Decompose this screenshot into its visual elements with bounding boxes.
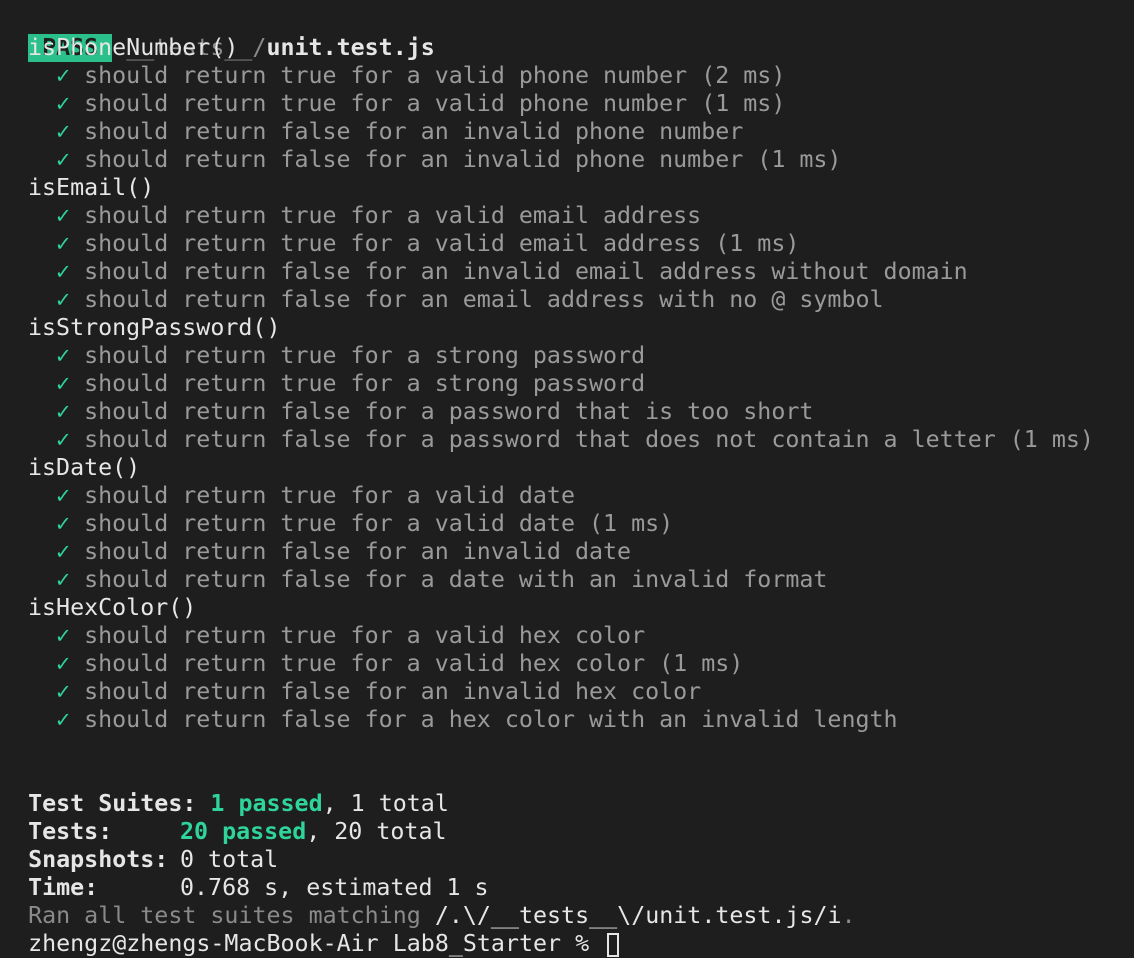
check-icon: ✓ bbox=[56, 678, 71, 705]
test-row: ✓ should return false for an email addre… bbox=[56, 286, 884, 314]
summary-tests: Tests: 20 passed, 20 total bbox=[0, 790, 446, 845]
check-icon: ✓ bbox=[56, 286, 71, 313]
test-name: should return false for a date with an i… bbox=[84, 566, 828, 593]
shell-prompt-line[interactable]: zhengz@zhengs-MacBook-Air Lab8_Starter % bbox=[0, 902, 620, 957]
check-icon: ✓ bbox=[56, 370, 71, 397]
test-file: unit.test.js bbox=[266, 34, 435, 61]
test-name: should return true for a valid date (1 m… bbox=[84, 510, 674, 537]
summary-passed: 1 passed bbox=[210, 790, 323, 817]
test-row: ✓ should return true for a strong passwo… bbox=[56, 370, 645, 398]
check-icon: ✓ bbox=[56, 342, 71, 369]
test-row: ✓ should return false for a hex color wi… bbox=[56, 706, 898, 734]
summary-time: Time: 0.768 s, estimated 1 s bbox=[0, 846, 489, 901]
test-name: should return false for an email address… bbox=[84, 286, 884, 313]
test-name: should return true for a valid date bbox=[84, 482, 575, 509]
test-row: ✓ should return true for a valid hex col… bbox=[56, 650, 743, 678]
test-row: ✓ should return true for a valid phone n… bbox=[56, 62, 785, 90]
check-icon: ✓ bbox=[56, 566, 71, 593]
summary-snapshots: Snapshots: 0 total bbox=[0, 818, 278, 873]
summary-total: , 20 total bbox=[306, 818, 447, 845]
summary-passed: 20 passed bbox=[180, 818, 307, 845]
check-icon: ✓ bbox=[56, 90, 71, 117]
test-name: should return true for a strong password bbox=[84, 370, 646, 397]
test-name: should return false for an invalid date bbox=[84, 538, 632, 565]
test-name: should return false for an invalid hex c… bbox=[84, 678, 702, 705]
check-icon: ✓ bbox=[56, 258, 71, 285]
terminal-cursor[interactable] bbox=[607, 932, 620, 957]
test-name: should return false for a password that … bbox=[84, 426, 1094, 453]
test-row: ✓ should return false for a password tha… bbox=[56, 398, 813, 426]
test-row: ✓ should return true for a strong passwo… bbox=[56, 342, 645, 370]
summary-total: , 1 total bbox=[322, 790, 449, 817]
test-name: should return false for an invalid email… bbox=[84, 258, 968, 285]
ran-suffix: . bbox=[841, 902, 856, 929]
summary-test-suites: Test Suites: 1 passed, 1 total bbox=[0, 762, 449, 817]
test-row: ✓ should return false for a date with an… bbox=[56, 566, 827, 594]
test-row: ✓ should return true for a valid email a… bbox=[56, 230, 799, 258]
test-name: should return false for an invalid phone… bbox=[84, 118, 744, 145]
check-icon: ✓ bbox=[56, 118, 71, 145]
test-row: ✓ should return true for a valid date bbox=[56, 482, 575, 510]
check-icon: ✓ bbox=[56, 426, 71, 453]
test-name: should return false for a hex color with… bbox=[84, 706, 898, 733]
test-row: ✓ should return true for a valid phone n… bbox=[56, 90, 785, 118]
test-row: ✓ should return false for an invalid pho… bbox=[56, 118, 743, 146]
test-row: ✓ should return false for an invalid hex… bbox=[56, 678, 701, 706]
check-icon: ✓ bbox=[56, 650, 71, 677]
test-name: should return true for a strong password bbox=[84, 342, 646, 369]
test-row: ✓ should return false for an invalid dat… bbox=[56, 538, 631, 566]
check-icon: ✓ bbox=[56, 706, 71, 733]
suite-name: isPhoneNumber() bbox=[28, 34, 239, 61]
test-name: should return false for a password that … bbox=[84, 398, 814, 425]
check-icon: ✓ bbox=[56, 538, 71, 565]
test-name: should return true for a valid email add… bbox=[84, 202, 702, 229]
test-row: ✓ should return true for a valid date (1… bbox=[56, 510, 673, 538]
check-icon: ✓ bbox=[56, 202, 71, 229]
test-row: ✓ should return false for an invalid ema… bbox=[56, 258, 968, 286]
ran-all-line: Ran all test suites matching /.\/__tests… bbox=[0, 874, 856, 929]
test-name: should return true for a valid phone num… bbox=[84, 90, 786, 117]
suite-name: isEmail() bbox=[28, 174, 155, 201]
test-file-header: PASS __tests__/unit.test.js bbox=[0, 6, 435, 62]
check-icon: ✓ bbox=[56, 482, 71, 509]
shell-prompt: zhengz@zhengs-MacBook-Air Lab8_Starter % bbox=[28, 930, 604, 957]
check-icon: ✓ bbox=[56, 398, 71, 425]
suite-name: isHexColor() bbox=[28, 594, 197, 621]
test-name: should return true for a valid hex color… bbox=[84, 650, 744, 677]
check-icon: ✓ bbox=[56, 230, 71, 257]
suite-name: isStrongPassword() bbox=[28, 314, 281, 341]
test-name: should return true for a valid phone num… bbox=[84, 62, 786, 89]
summary-value: 0 total bbox=[180, 846, 279, 873]
test-row: ✓ should return true for a valid email a… bbox=[56, 202, 701, 230]
test-row: ✓ should return false for an invalid pho… bbox=[56, 146, 841, 174]
test-name: should return false for an invalid phone… bbox=[84, 146, 842, 173]
test-row: ✓ should return false for a password tha… bbox=[56, 426, 1094, 454]
check-icon: ✓ bbox=[56, 510, 71, 537]
test-name: should return true for a valid email add… bbox=[84, 230, 800, 257]
check-icon: ✓ bbox=[56, 62, 71, 89]
check-icon: ✓ bbox=[56, 146, 71, 173]
test-name: should return true for a valid hex color bbox=[84, 622, 646, 649]
check-icon: ✓ bbox=[56, 622, 71, 649]
suite-name: isDate() bbox=[28, 454, 141, 481]
test-row: ✓ should return true for a valid hex col… bbox=[56, 622, 645, 650]
